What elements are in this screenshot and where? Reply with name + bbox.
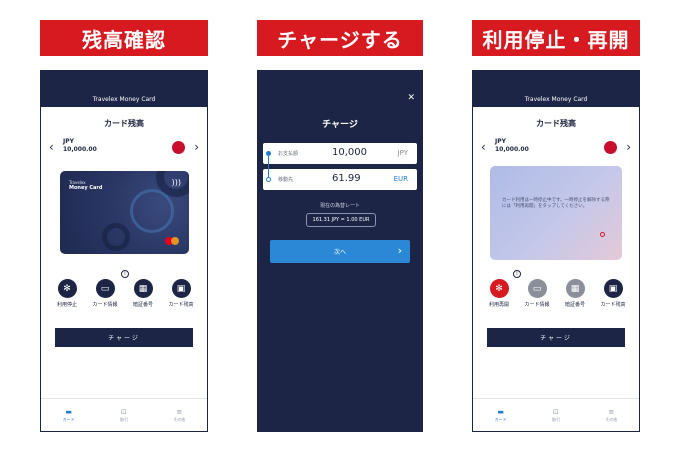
- charge-button[interactable]: チャージ: [55, 328, 193, 347]
- wallet-icon: ▣: [603, 279, 623, 298]
- source-dot-icon: [266, 151, 271, 156]
- action-label: カード情報: [524, 302, 550, 308]
- tab-transactions[interactable]: ⊡ 取引: [96, 399, 151, 431]
- tab-label: 取引: [551, 416, 560, 422]
- pay-amount-field[interactable]: お支払額 10,000 JPY: [263, 143, 417, 164]
- keypad-icon: ▦: [565, 279, 585, 298]
- snowflake-icon: ✻: [489, 279, 509, 298]
- action-label: カード残高: [168, 302, 194, 308]
- action-label: 利用停止: [56, 302, 77, 308]
- balance-text: JPY 10,000.00: [495, 138, 529, 154]
- pin-button[interactable]: ▦ 暗証番号: [557, 279, 593, 313]
- phone-screen-charge: ✕ チャージ お支払額 10,000 JPY 移動先 61.99 EUR 現在の…: [257, 70, 423, 432]
- app-title: Travelex Money Card: [41, 71, 207, 107]
- tab-other[interactable]: ≡ その他: [152, 399, 207, 431]
- balance-currency: JPY: [495, 138, 506, 145]
- tab-card[interactable]: ▬ カード: [41, 399, 96, 431]
- banner-charge: チャージする: [257, 20, 423, 56]
- snowflake-icon: ✻: [57, 279, 77, 298]
- status-dot-icon: [600, 232, 605, 237]
- card-icon: ▭: [95, 279, 115, 298]
- pin-button[interactable]: ▦ 暗証番号: [125, 279, 161, 313]
- pay-value: 10,000: [332, 147, 367, 158]
- balance-row: ‹ JPY 10,000.00 ›: [479, 138, 633, 158]
- tab-label: 取引: [119, 416, 128, 422]
- action-label: 利用再開: [488, 302, 509, 308]
- connector-line: [268, 155, 269, 177]
- tab-card[interactable]: ▬ カード: [473, 399, 528, 431]
- chevron-left-icon[interactable]: ‹: [49, 140, 54, 154]
- rate-value: 161.31 JPY = 1.00 EUR: [306, 213, 376, 227]
- tab-label: その他: [605, 416, 618, 422]
- to-currency-select[interactable]: EUR: [394, 175, 408, 183]
- tab-label: カード: [62, 416, 75, 422]
- destination-dot-icon: [266, 177, 271, 182]
- japan-flag-icon: [172, 141, 185, 154]
- app-title: Travelex Money Card: [473, 71, 639, 107]
- contactless-icon: ))): [171, 178, 181, 187]
- card-info-button[interactable]: ▭ カード情報: [519, 279, 555, 313]
- balance-text: JPY 10,000.00: [63, 138, 97, 154]
- next-label: 次へ: [333, 249, 346, 256]
- screen-title: カード残高: [104, 119, 144, 128]
- banner-suspend-resume: 利用停止・再開: [472, 20, 640, 56]
- chevron-right-icon[interactable]: ›: [194, 140, 199, 154]
- charge-button[interactable]: チャージ: [487, 328, 625, 347]
- info-icon[interactable]: i: [121, 270, 129, 278]
- tab-bar: ▬ カード ⊡ 取引 ≡ その他: [41, 398, 207, 431]
- menu-tab-icon: ≡: [176, 407, 183, 416]
- rate-label: 現在の為替レート: [319, 203, 360, 209]
- frozen-notice: カード利用は一時停止中です。一時停止を解除する際には「利用再開」をタップしてくだ…: [502, 198, 610, 209]
- to-label: 移動先: [278, 177, 294, 183]
- pay-currency: JPY: [397, 149, 408, 157]
- close-icon[interactable]: ✕: [407, 93, 415, 103]
- card-balance-button[interactable]: ▣ カード残高: [595, 279, 631, 313]
- pay-label: お支払額: [278, 151, 299, 157]
- to-value: 61.99: [332, 173, 361, 184]
- resume-card-button[interactable]: ✻ 利用再開: [481, 279, 517, 313]
- balance-row: ‹ JPY 10,000.00 ›: [47, 138, 201, 158]
- freeze-card-button[interactable]: ✻ 利用停止: [49, 279, 85, 313]
- action-label: 暗証番号: [564, 302, 585, 308]
- card-actions: ✻ 利用停止 ▭ カード情報 ▦ 暗証番号 ▣ カード残高: [49, 279, 199, 313]
- destination-field[interactable]: 移動先 61.99 EUR: [263, 169, 417, 190]
- action-label: カード残高: [600, 302, 626, 308]
- balance-amount: 10,000.00: [495, 146, 529, 153]
- tab-transactions[interactable]: ⊡ 取引: [528, 399, 583, 431]
- tab-label: カード: [494, 416, 507, 422]
- next-button[interactable]: 次へ ›: [270, 240, 410, 263]
- chevron-left-icon[interactable]: ‹: [481, 140, 486, 154]
- action-label: 暗証番号: [132, 302, 153, 308]
- card-tab-icon: ▬: [65, 407, 72, 416]
- money-tab-icon: ⊡: [121, 407, 127, 416]
- card-balance-button[interactable]: ▣ カード残高: [163, 279, 199, 313]
- menu-tab-icon: ≡: [608, 407, 615, 416]
- card-icon: ▭: [527, 279, 547, 298]
- keypad-icon: ▦: [133, 279, 153, 298]
- card-info-button[interactable]: ▭ カード情報: [87, 279, 123, 313]
- phone-screen-suspended: Travelex Money Card カード残高 ‹ JPY 10,000.0…: [472, 70, 640, 432]
- money-tab-icon: ⊡: [553, 407, 559, 416]
- screen-title: カード残高: [536, 119, 576, 128]
- action-label: カード情報: [92, 302, 118, 308]
- chevron-right-icon[interactable]: ›: [626, 140, 631, 154]
- balance-currency: JPY: [63, 138, 74, 145]
- mastercard-logo-icon: [165, 237, 179, 245]
- wallet-icon: ▣: [171, 279, 191, 298]
- phone-screen-balance: Travelex Money Card カード残高 ‹ JPY 10,000.0…: [40, 70, 208, 432]
- chevron-right-icon: ›: [397, 244, 402, 257]
- card-actions: ✻ 利用再開 ▭ カード情報 ▦ 暗証番号 ▣ カード残高: [481, 279, 631, 313]
- card-brand-name: Money Card: [69, 185, 103, 191]
- banner-balance-check: 残高確認: [40, 20, 208, 56]
- info-icon[interactable]: i: [513, 270, 521, 278]
- frozen-card-overlay: カード利用は一時停止中です。一時停止を解除する際には「利用再開」をタップしてくだ…: [490, 166, 622, 260]
- card-tab-icon: ▬: [497, 407, 504, 416]
- tab-bar: ▬ カード ⊡ 取引 ≡ その他: [473, 398, 639, 431]
- tab-label: その他: [173, 416, 186, 422]
- japan-flag-icon: [604, 141, 617, 154]
- balance-amount: 10,000.00: [63, 146, 97, 153]
- money-card-image: Travelex Money Card ))): [60, 171, 189, 254]
- charge-title: チャージ: [322, 120, 358, 130]
- tab-other[interactable]: ≡ その他: [584, 399, 639, 431]
